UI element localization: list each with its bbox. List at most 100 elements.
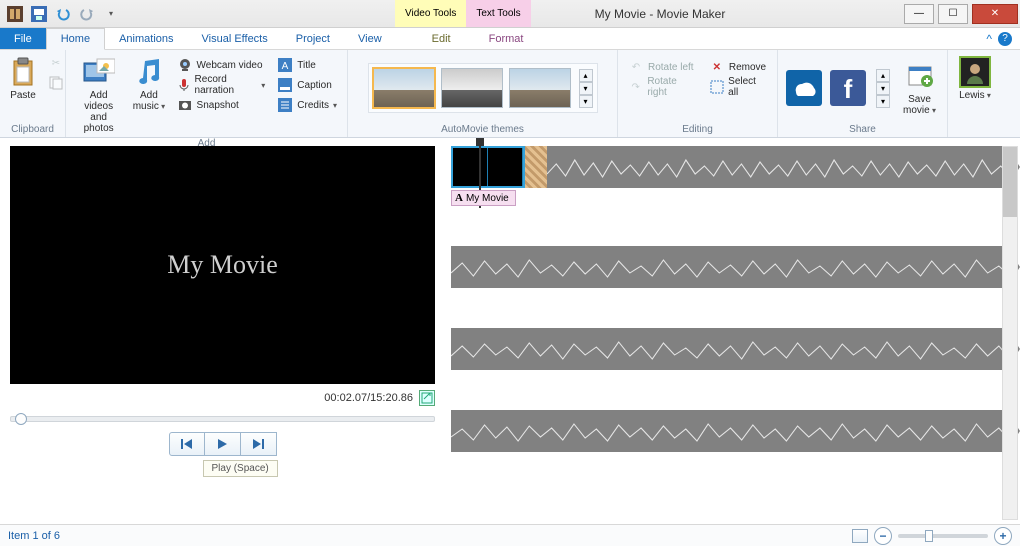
- save-icon[interactable]: [28, 3, 50, 25]
- facebook-icon: f: [830, 70, 866, 106]
- selected-clip[interactable]: [451, 146, 525, 188]
- audio-waveform-2[interactable]: [451, 246, 1010, 288]
- minimize-button[interactable]: —: [904, 4, 934, 24]
- snapshot-button[interactable]: Snapshot: [173, 95, 270, 115]
- ribbon-tabs: File Home Animations Visual Effects Proj…: [0, 28, 1020, 50]
- tab-edit[interactable]: Edit: [418, 28, 465, 49]
- rotate-right-button[interactable]: ↷Rotate right: [624, 77, 701, 97]
- zoom-slider-thumb[interactable]: [925, 530, 933, 542]
- save-movie-icon: [904, 60, 936, 92]
- snapshot-icon: [177, 97, 193, 113]
- caption-icon: [277, 77, 293, 93]
- share-up-button[interactable]: ▴: [876, 69, 890, 82]
- select-all-button[interactable]: Select all: [705, 77, 771, 97]
- group-themes-label: AutoMovie themes: [354, 123, 611, 136]
- window-controls: — ☐ ✕: [902, 2, 1020, 26]
- theme-thumb-1[interactable]: [373, 68, 435, 108]
- help-icon[interactable]: ?: [998, 32, 1012, 46]
- tab-home[interactable]: Home: [46, 28, 105, 50]
- tab-format[interactable]: Format: [475, 28, 538, 49]
- zoom-out-button[interactable]: −: [874, 527, 892, 545]
- contextual-tool-tabs: Video Tools Text Tools: [395, 0, 531, 27]
- share-down-button[interactable]: ▾: [876, 82, 890, 95]
- share-skydrive-button[interactable]: [784, 68, 824, 108]
- cut-button[interactable]: ✂: [44, 53, 68, 73]
- signin-button[interactable]: Lewis: [954, 53, 996, 104]
- maximize-button[interactable]: ☐: [938, 4, 968, 24]
- paste-button[interactable]: Paste: [6, 53, 40, 104]
- close-button[interactable]: ✕: [972, 4, 1018, 24]
- gallery-down-button[interactable]: ▾: [579, 82, 593, 95]
- tab-project[interactable]: Project: [282, 28, 344, 49]
- paste-label: Paste: [10, 90, 36, 101]
- title-bar: ▾ Video Tools Text Tools My Movie - Movi…: [0, 0, 1020, 28]
- add-videos-photos-button[interactable]: Add videos and photos: [72, 53, 125, 137]
- tab-animations[interactable]: Animations: [105, 28, 187, 49]
- title-clip[interactable]: A My Movie: [451, 190, 516, 206]
- title-button[interactable]: ATitle: [273, 55, 341, 75]
- title-clip-label: My Movie: [466, 193, 509, 204]
- fullscreen-button[interactable]: [419, 390, 435, 406]
- remove-button[interactable]: ✕Remove: [705, 57, 771, 77]
- gallery-up-button[interactable]: ▴: [579, 69, 593, 82]
- undo-icon[interactable]: [52, 3, 74, 25]
- share-more-button[interactable]: ▾: [876, 95, 890, 108]
- copy-button[interactable]: [44, 73, 68, 93]
- remove-icon: ✕: [709, 59, 725, 75]
- app-icon[interactable]: [4, 3, 26, 25]
- audio-waveform-1[interactable]: [547, 146, 1010, 188]
- record-narration-button[interactable]: Record narration: [173, 75, 270, 95]
- ribbon-minimize-icon[interactable]: ^: [986, 32, 992, 46]
- quick-access-toolbar: ▾: [0, 3, 126, 25]
- gallery-more-button[interactable]: ▾: [579, 95, 593, 108]
- avatar-icon: [959, 56, 991, 88]
- tab-view[interactable]: View: [344, 28, 396, 49]
- prev-frame-button[interactable]: [169, 432, 205, 456]
- thumbnail-size-button[interactable]: [852, 529, 868, 543]
- save-movie-button[interactable]: Save movie: [898, 57, 941, 119]
- tab-visual-effects[interactable]: Visual Effects: [188, 28, 282, 49]
- clip-thumb[interactable]: [525, 146, 547, 188]
- timeline-row-1[interactable]: A My Movie: [451, 146, 1010, 206]
- rotate-left-button[interactable]: ↶Rotate left: [624, 57, 701, 77]
- play-button[interactable]: [205, 432, 241, 456]
- timeline-pane: A My Movie: [445, 138, 1020, 524]
- cut-icon: ✂: [48, 55, 64, 71]
- timeline-row-3[interactable]: [451, 328, 1010, 370]
- music-icon: [133, 56, 165, 88]
- caption-button[interactable]: Caption: [273, 75, 341, 95]
- webcam-video-button[interactable]: Webcam video: [173, 55, 270, 75]
- window-title: My Movie - Movie Maker: [595, 7, 726, 21]
- preview-video[interactable]: My Movie: [10, 146, 435, 384]
- transport-controls: Play (Space): [10, 432, 435, 456]
- add-music-button[interactable]: Add music: [129, 53, 168, 115]
- group-editing-label: Editing: [624, 123, 771, 136]
- title-clip-icon: A: [455, 192, 463, 204]
- next-frame-button[interactable]: [241, 432, 277, 456]
- tab-file[interactable]: File: [0, 28, 46, 49]
- zoom-in-button[interactable]: +: [994, 527, 1012, 545]
- credits-button[interactable]: Credits: [273, 95, 341, 115]
- paste-icon: [7, 56, 39, 88]
- timeline-row-2[interactable]: [451, 246, 1010, 288]
- group-signin: Lewis: [948, 50, 1002, 137]
- timeline-row-4[interactable]: [451, 410, 1010, 452]
- qat-customize-icon[interactable]: ▾: [100, 3, 122, 25]
- zoom-slider[interactable]: [898, 534, 988, 538]
- redo-icon[interactable]: [76, 3, 98, 25]
- timeline-scrollbar[interactable]: [1002, 146, 1018, 520]
- theme-thumb-3[interactable]: [509, 68, 571, 108]
- rotate-left-icon: ↶: [628, 59, 644, 75]
- preview-scrubber[interactable]: [10, 416, 435, 422]
- audio-waveform-4[interactable]: [451, 410, 1010, 452]
- title-icon: A: [277, 57, 293, 73]
- preview-pane: My Movie 00:02.07/15:20.86 Play (Space): [0, 138, 445, 524]
- themes-gallery: ▴ ▾ ▾: [368, 63, 598, 113]
- add-videos-icon: [83, 56, 115, 88]
- share-facebook-button[interactable]: f: [828, 68, 868, 108]
- audio-waveform-3[interactable]: [451, 328, 1010, 370]
- scrollbar-thumb[interactable]: [1003, 147, 1017, 217]
- theme-thumb-2[interactable]: [441, 68, 503, 108]
- scrubber-thumb[interactable]: [15, 413, 27, 425]
- save-movie-label: Save movie: [903, 94, 936, 116]
